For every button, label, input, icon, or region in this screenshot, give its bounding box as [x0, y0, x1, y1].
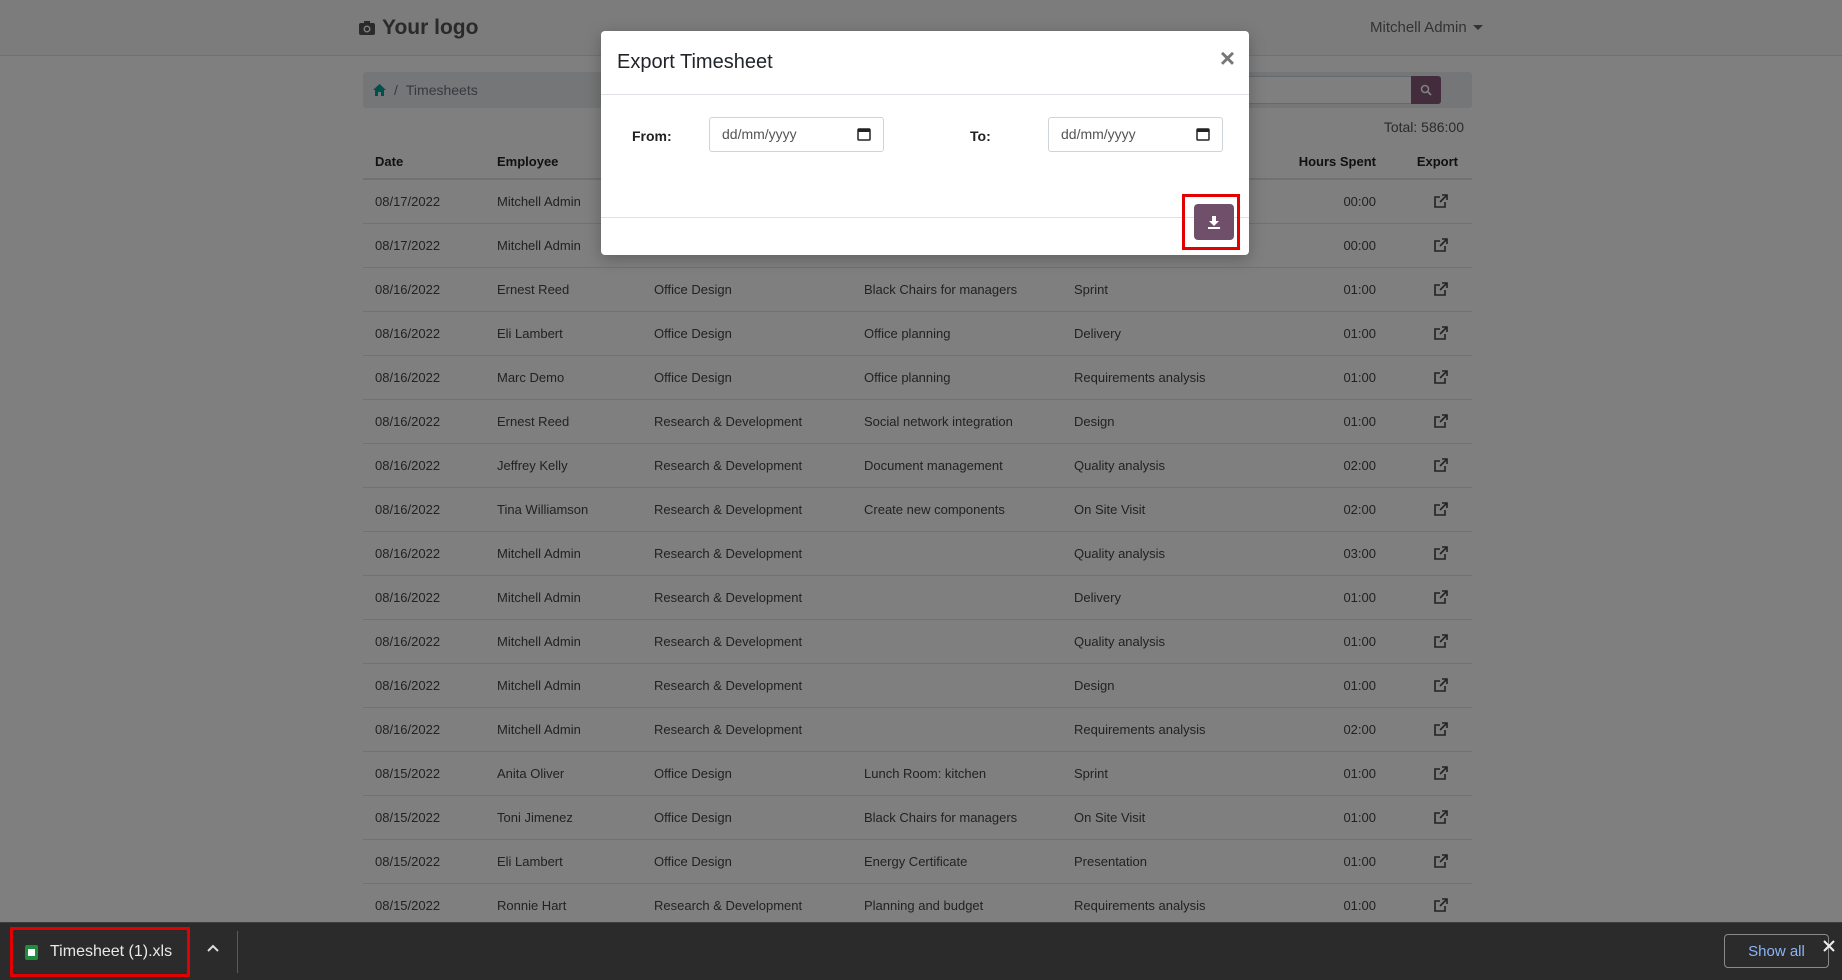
divider [237, 931, 238, 973]
to-label: To: [970, 128, 991, 144]
modal-title: Export Timesheet [617, 51, 773, 73]
download-icon [1208, 216, 1220, 229]
calendar-icon[interactable] [857, 127, 871, 141]
file-name: Timesheet (1).xls [50, 943, 173, 960]
downloads-bar: Timesheet (1).xls Show all [0, 922, 1842, 980]
spreadsheet-icon [25, 944, 38, 960]
modal-footer [601, 218, 1249, 255]
from-date-input[interactable]: dd/mm/yyyy [709, 117, 884, 152]
downloaded-file[interactable]: Timesheet (1).xls [10, 927, 190, 977]
close-icon[interactable]: × [1220, 43, 1235, 74]
to-date-input[interactable]: dd/mm/yyyy [1048, 117, 1223, 152]
close-icon[interactable] [1822, 939, 1836, 953]
export-timesheet-dialog: Export Timesheet × From: dd/mm/yyyy To: … [601, 31, 1249, 255]
modal-header: Export Timesheet × [601, 31, 1249, 95]
from-date-value: dd/mm/yyyy [722, 126, 797, 142]
modal-body: From: dd/mm/yyyy To: dd/mm/yyyy [601, 95, 1249, 218]
chevron-up-icon[interactable] [206, 943, 220, 953]
show-all-button[interactable]: Show all [1724, 934, 1829, 968]
calendar-icon[interactable] [1196, 127, 1210, 141]
to-date-value: dd/mm/yyyy [1061, 126, 1136, 142]
from-label: From: [632, 128, 672, 144]
download-button[interactable] [1194, 204, 1234, 240]
